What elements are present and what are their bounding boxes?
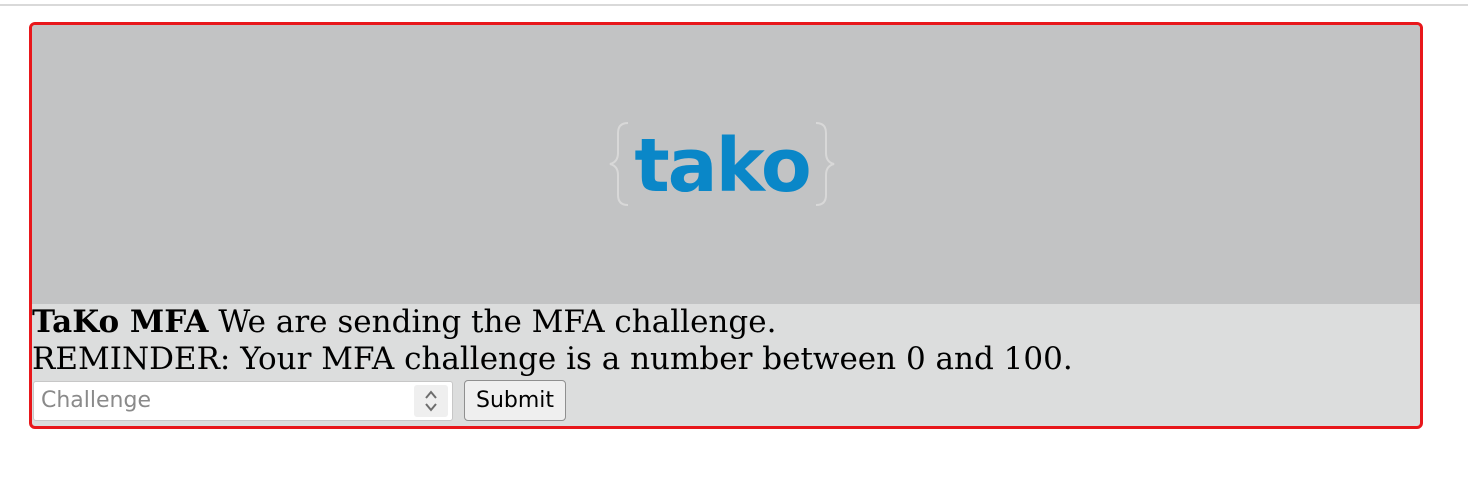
reminder-line: REMINDER: Your MFA challenge is a number… <box>32 341 1073 377</box>
challenge-form: Submit <box>32 380 1420 421</box>
message-area: TaKo MFA We are sending the MFA challeng… <box>32 304 1420 421</box>
sending-message: We are sending the MFA challenge. <box>208 304 777 340</box>
left-brace-icon <box>609 122 629 206</box>
challenge-input[interactable] <box>34 381 411 420</box>
challenge-field[interactable] <box>33 380 453 421</box>
spinner-arrows-icon[interactable] <box>424 389 438 413</box>
tako-logo: tako <box>606 119 838 209</box>
spinner-down-icon <box>425 402 437 412</box>
submit-button[interactable]: Submit <box>464 380 567 421</box>
mfa-card: tako TaKo MFA We are sending the MFA cha… <box>29 22 1423 429</box>
right-brace-icon <box>815 122 835 206</box>
spinner-up-icon <box>425 389 437 399</box>
status-line: TaKo MFA We are sending the MFA challeng… <box>32 304 1420 341</box>
logo-banner: tako <box>32 25 1420 304</box>
logo-wordmark: tako <box>634 123 809 209</box>
top-divider <box>0 0 1468 6</box>
tako-logo-image: tako <box>609 122 835 209</box>
number-spinner[interactable] <box>414 384 448 417</box>
brand-name: TaKo MFA <box>32 304 209 340</box>
